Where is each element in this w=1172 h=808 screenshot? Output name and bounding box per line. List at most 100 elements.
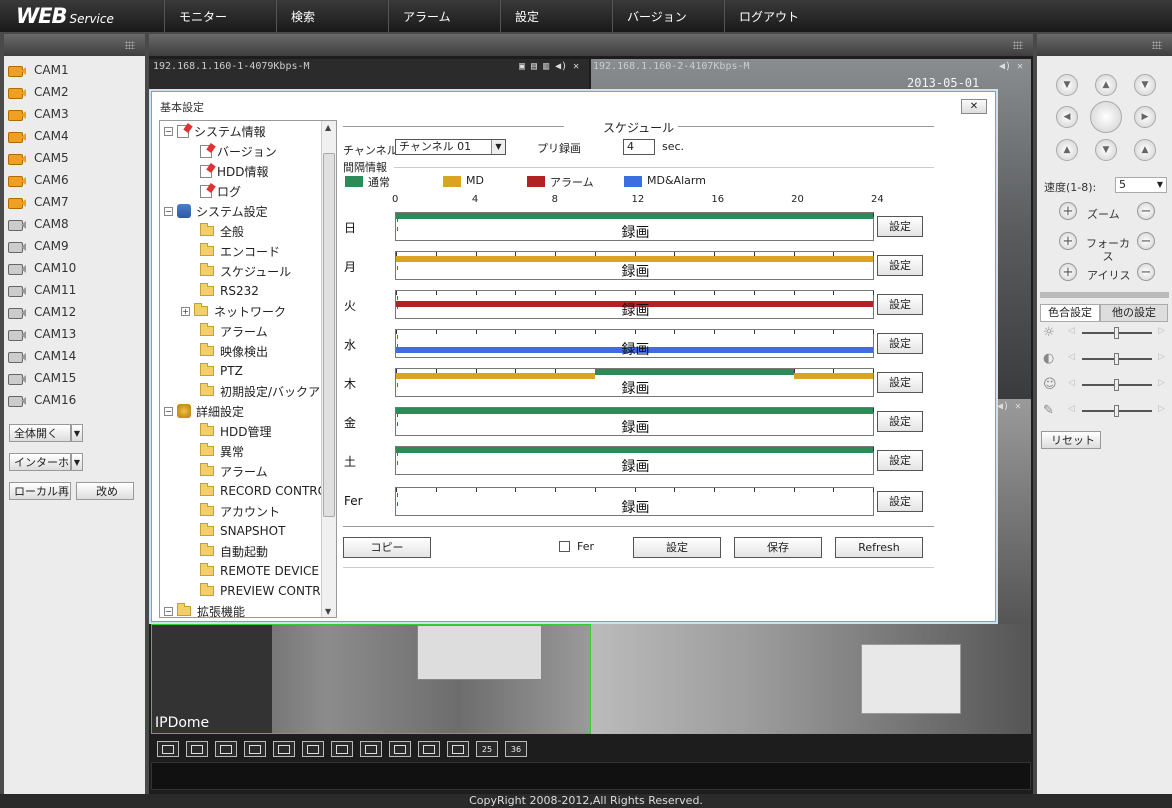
scroll-down-icon[interactable]: ▼ xyxy=(325,607,331,616)
tree-node[interactable]: RS232 xyxy=(200,281,259,301)
layout-button[interactable] xyxy=(302,741,324,757)
focus-out-button[interactable]: − xyxy=(1137,232,1155,250)
camera-item[interactable]: CAM15 xyxy=(4,367,145,389)
scroll-up-icon[interactable]: ▲ xyxy=(325,123,331,132)
day-schedule-bar[interactable]: 録画 xyxy=(395,212,874,241)
slider-increase-icon[interactable]: ▷ xyxy=(1158,352,1165,362)
dialog-close-button[interactable]: ✕ xyxy=(961,99,987,114)
color-slider[interactable] xyxy=(1082,379,1152,391)
camera-item[interactable]: CAM8 xyxy=(4,213,145,235)
slider-knob[interactable] xyxy=(1114,327,1119,339)
iris-in-button[interactable]: + xyxy=(1059,263,1077,281)
zoom-out-button[interactable]: − xyxy=(1137,202,1155,220)
expand-icon[interactable]: + xyxy=(181,306,190,316)
change-button[interactable]: 改め xyxy=(76,482,134,500)
ptz-down-right-button[interactable]: ▲ xyxy=(1134,139,1156,161)
layout-button[interactable] xyxy=(244,741,266,757)
ptz-up-button[interactable]: ▲ xyxy=(1095,74,1117,96)
iris-out-button[interactable]: − xyxy=(1137,263,1155,281)
tree-node[interactable]: スケジュール xyxy=(200,261,292,281)
grip-icon[interactable] xyxy=(1152,41,1162,49)
layout-button[interactable] xyxy=(186,741,208,757)
tree-node[interactable]: 全般 xyxy=(200,221,244,241)
slider-increase-icon[interactable]: ▷ xyxy=(1158,326,1165,336)
ptz-center-button[interactable] xyxy=(1090,101,1122,133)
speed-select[interactable]: 5 ▼ xyxy=(1115,177,1167,193)
slider-increase-icon[interactable]: ▷ xyxy=(1158,378,1165,388)
tree-node[interactable]: + ネットワーク xyxy=(181,301,286,321)
refresh-button[interactable]: Refresh xyxy=(835,537,923,558)
tree-node[interactable]: SNAPSHOT xyxy=(200,521,285,541)
camera-item[interactable]: CAM4 xyxy=(4,125,145,147)
camera-item[interactable]: CAM12 xyxy=(4,301,145,323)
layout-button[interactable]: 25 xyxy=(476,741,498,757)
open-all-button[interactable]: 全体開く xyxy=(9,424,71,442)
day-schedule-bar[interactable]: 録画 xyxy=(395,329,874,358)
tree-node[interactable]: 異常 xyxy=(200,441,244,461)
video-tile-2-controls[interactable]: ◀) ✕ xyxy=(999,61,1023,72)
slider-increase-icon[interactable]: ▷ xyxy=(1158,404,1165,414)
tree-node[interactable]: PREVIEW CONTR xyxy=(200,581,321,601)
camera-item[interactable]: CAM5 xyxy=(4,147,145,169)
local-play-button[interactable]: ローカル再 xyxy=(9,482,71,500)
tree-node[interactable]: − 拡張機能 xyxy=(164,601,245,617)
layout-button[interactable] xyxy=(360,741,382,757)
day-schedule-bar[interactable]: 録画 xyxy=(395,251,874,280)
ptz-down-left-button[interactable]: ▲ xyxy=(1056,139,1078,161)
color-slider[interactable] xyxy=(1082,353,1152,365)
nav-settings[interactable]: 設定 xyxy=(500,0,612,32)
tree-node[interactable]: エンコード xyxy=(200,241,280,261)
collapse-icon[interactable]: − xyxy=(164,406,173,416)
camera-item[interactable]: CAM2 xyxy=(4,81,145,103)
tree-node[interactable]: アラーム xyxy=(200,461,268,481)
slider-knob[interactable] xyxy=(1114,379,1119,391)
day-set-button[interactable]: 設定 xyxy=(877,216,923,237)
copy-button[interactable]: コピー xyxy=(343,537,431,558)
slider-decrease-icon[interactable]: ◁ xyxy=(1068,326,1075,336)
camera-item[interactable]: CAM16 xyxy=(4,389,145,411)
ptz-up-right-button[interactable]: ▼ xyxy=(1134,74,1156,96)
video-tile-ipdome[interactable]: IPDome xyxy=(151,624,591,734)
open-all-dropdown[interactable]: ▼ xyxy=(71,424,83,442)
tree-node[interactable]: PTZ xyxy=(200,361,243,381)
tree-scrollbar[interactable]: ▲ ▼ xyxy=(321,121,336,617)
ptz-up-left-button[interactable]: ▼ xyxy=(1056,74,1078,96)
camera-item[interactable]: CAM1 xyxy=(4,59,145,81)
collapse-icon[interactable]: − xyxy=(164,206,173,216)
tab-other-settings[interactable]: 他の設定 xyxy=(1100,304,1168,322)
nav-alarm[interactable]: アラーム xyxy=(388,0,500,32)
nav-monitor[interactable]: モニター xyxy=(164,0,276,32)
tree-node[interactable]: 自動起動 xyxy=(200,541,268,561)
set-all-button[interactable]: 設定 xyxy=(633,537,721,558)
camera-item[interactable]: CAM9 xyxy=(4,235,145,257)
reset-button[interactable]: リセット xyxy=(1041,431,1101,449)
layout-button[interactable]: 36 xyxy=(505,741,527,757)
day-schedule-bar[interactable]: 録画 xyxy=(395,487,874,516)
layout-button[interactable] xyxy=(215,741,237,757)
layout-button[interactable] xyxy=(273,741,295,757)
day-schedule-bar[interactable]: 録画 xyxy=(395,368,874,397)
camera-item[interactable]: CAM13 xyxy=(4,323,145,345)
day-set-button[interactable]: 設定 xyxy=(877,491,923,512)
day-set-button[interactable]: 設定 xyxy=(877,411,923,432)
video-tile-1-controls[interactable]: ▣ ▤ ▥ ◀) ✕ xyxy=(519,61,579,72)
camera-item[interactable]: CAM14 xyxy=(4,345,145,367)
tree-node[interactable]: − システム情報 xyxy=(164,121,266,141)
color-slider[interactable] xyxy=(1082,405,1152,417)
day-set-button[interactable]: 設定 xyxy=(877,333,923,354)
video-tile-4[interactable] xyxy=(591,624,1031,734)
day-set-button[interactable]: 設定 xyxy=(877,372,923,393)
video-tile-4-controls[interactable]: ◀) ✕ xyxy=(997,401,1021,412)
intercom-button[interactable]: インターホ xyxy=(9,453,71,471)
slider-decrease-icon[interactable]: ◁ xyxy=(1068,378,1075,388)
tree-node[interactable]: − 詳細設定 xyxy=(164,401,244,421)
channel-select[interactable]: チャンネル 01 ▼ xyxy=(395,139,506,155)
fer-checkbox[interactable] xyxy=(559,541,570,552)
day-set-button[interactable]: 設定 xyxy=(877,450,923,471)
slider-knob[interactable] xyxy=(1114,353,1119,365)
intercom-dropdown[interactable]: ▼ xyxy=(71,453,83,471)
tab-color-settings[interactable]: 色合設定 xyxy=(1040,304,1100,322)
tree-node[interactable]: アカウント xyxy=(200,501,280,521)
nav-search[interactable]: 検索 xyxy=(276,0,388,32)
tree-node[interactable]: HDD情報 xyxy=(200,161,269,181)
